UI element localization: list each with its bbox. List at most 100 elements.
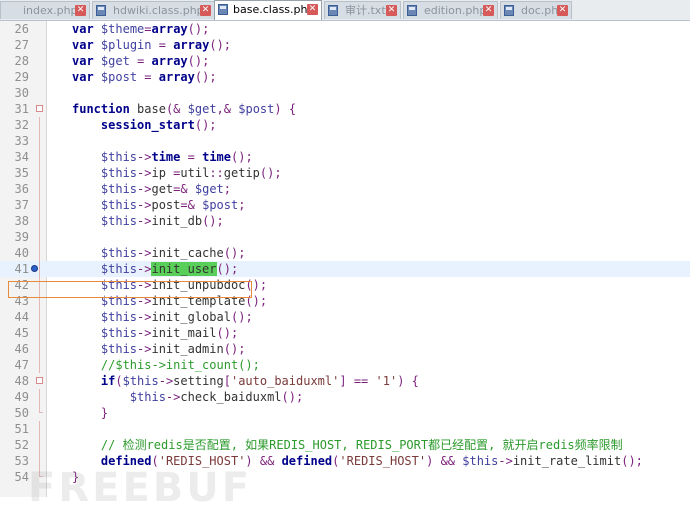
code-line[interactable]: 31 function base(& $get,& $post) { [0, 101, 690, 117]
close-icon[interactable]: ✕ [200, 5, 211, 16]
tab-hdwiki-class-php[interactable]: hdwiki.class.php ✕ [92, 1, 215, 19]
code-text: $this->init_user(); [100, 262, 239, 276]
code-text: $this->post=& $post; [100, 198, 246, 212]
line-number: 39 [14, 230, 29, 244]
file-icon [407, 5, 417, 16]
watermark-logo: FREEBUF [28, 465, 253, 511]
line-number: 26 [14, 22, 29, 36]
file-icon [218, 4, 228, 15]
tab-doc-php[interactable]: doc.php ✕ [500, 1, 572, 19]
code-text: if($this->setting['auto_baiduxml'] == '1… [100, 374, 419, 388]
code-text: $this->init_admin(); [100, 342, 246, 356]
line-number: 46 [14, 342, 29, 356]
line-number: 28 [14, 54, 29, 68]
line-number: 36 [14, 182, 29, 196]
close-icon[interactable]: ✕ [75, 5, 86, 16]
fold-guide [39, 357, 40, 373]
code-line[interactable]: 30 [0, 85, 690, 101]
line-number: 38 [14, 214, 29, 228]
code-line[interactable]: 28 var $get = array(); [0, 53, 690, 69]
file-icon [328, 5, 338, 16]
fold-guide [39, 149, 40, 165]
code-text: $this->init_db(); [100, 214, 224, 228]
code-line[interactable]: 45 $this->init_mail(); [0, 325, 690, 341]
fold-guide [39, 117, 40, 133]
code-line[interactable]: 46 $this->init_admin(); [0, 341, 690, 357]
code-line[interactable]: 27 var $plugin = array(); [0, 37, 690, 53]
tab-label: edition.php [424, 4, 487, 17]
fold-guide [39, 213, 40, 229]
line-number: 53 [14, 454, 29, 468]
code-text: session_start(); [100, 118, 217, 132]
line-number: 34 [14, 150, 29, 164]
file-icon [96, 5, 106, 16]
code-line[interactable]: 51 [0, 421, 690, 437]
code-editor[interactable]: 26 var $theme=array(); 27 var $plugin = arr… [0, 21, 690, 511]
close-icon[interactable]: ✕ [307, 4, 318, 15]
fold-guide [39, 261, 40, 277]
line-number: 32 [14, 118, 29, 132]
fold-guide [39, 165, 40, 181]
code-line[interactable]: 29 var $post = array(); [0, 69, 690, 85]
line-number: 31 [14, 102, 29, 116]
tab-label: index.php [23, 4, 78, 17]
code-line[interactable]: 32 session_start(); [0, 117, 690, 133]
tab-label: base.class.php [233, 3, 315, 16]
fold-guide [39, 341, 40, 357]
code-line[interactable]: 37 $this->post=& $post; [0, 197, 690, 213]
fold-guide [39, 389, 40, 405]
close-icon[interactable]: ✕ [483, 5, 494, 16]
code-line[interactable]: 48 if($this->setting['auto_baiduxml'] ==… [0, 373, 690, 389]
line-number: 29 [14, 70, 29, 84]
tab-base-class-php[interactable]: base.class.php ✕ [214, 0, 322, 20]
code-line[interactable]: 33 [0, 133, 690, 149]
highlight-box [8, 281, 252, 298]
code-line[interactable]: 44 $this->init_global(); [0, 309, 690, 325]
code-line[interactable]: 50 } [0, 405, 690, 421]
tab-label: hdwiki.class.php [113, 4, 204, 17]
tab-audit-txt[interactable]: 审计.txt ✕ [324, 1, 401, 19]
code-text: $this->init_mail(); [100, 326, 239, 340]
fold-guide [39, 229, 40, 245]
line-number: 27 [14, 38, 29, 52]
code-text: $this->ip =util::getip(); [100, 166, 282, 180]
line-number: 54 [14, 470, 29, 484]
line-number: 45 [14, 326, 29, 340]
fold-guide [39, 421, 40, 437]
line-number: 51 [14, 422, 29, 436]
code-text: var $get = array(); [72, 54, 210, 68]
code-text: var $plugin = array(); [72, 38, 232, 52]
code-line[interactable]: 40 $this->init_cache(); [0, 245, 690, 261]
line-number: 47 [14, 358, 29, 372]
code-text: // 检测redis是否配置, 如果REDIS_HOST, REDIS_PORT… [72, 438, 623, 452]
line-number: 41 [14, 262, 29, 276]
code-text: //$this->init_count(); [72, 358, 260, 372]
code-line[interactable]: 47 //$this->init_count(); [0, 357, 690, 373]
code-line[interactable]: 41 $this->init_user(); [0, 261, 690, 277]
file-icon [504, 5, 514, 16]
line-number: 40 [14, 246, 29, 260]
code-text: $this->get=& $get; [100, 182, 232, 196]
code-text: $this->check_baiduxml(); [129, 390, 304, 404]
close-icon[interactable]: ✕ [386, 5, 397, 16]
code-line[interactable]: 26 var $theme=array(); [0, 21, 690, 37]
code-text: $this->time = time(); [100, 150, 253, 164]
code-line[interactable]: 36 $this->get=& $get; [0, 181, 690, 197]
line-number: 48 [14, 374, 29, 388]
tab-edition-php[interactable]: edition.php ✕ [403, 1, 498, 19]
fold-toggle-icon[interactable] [36, 105, 43, 112]
tab-index-php[interactable]: index.php ✕ [0, 1, 90, 19]
code-line[interactable]: 35 $this->ip =util::getip(); [0, 165, 690, 181]
fold-guide [39, 197, 40, 213]
code-line[interactable]: 49 $this->check_baiduxml(); [0, 389, 690, 405]
code-text: $this->init_cache(); [100, 246, 246, 260]
line-number: 30 [14, 86, 29, 100]
fold-toggle-icon[interactable] [36, 377, 43, 384]
code-line[interactable]: 34 $this->time = time(); [0, 149, 690, 165]
code-line[interactable]: 38 $this->init_db(); [0, 213, 690, 229]
code-line[interactable]: 39 [0, 229, 690, 245]
tab-bar: index.php ✕ hdwiki.class.php ✕ base.clas… [0, 0, 690, 21]
bookmark-icon[interactable] [31, 265, 38, 272]
code-line[interactable]: 52 // 检测redis是否配置, 如果REDIS_HOST, REDIS_P… [0, 437, 690, 453]
close-icon[interactable]: ✕ [557, 5, 568, 16]
